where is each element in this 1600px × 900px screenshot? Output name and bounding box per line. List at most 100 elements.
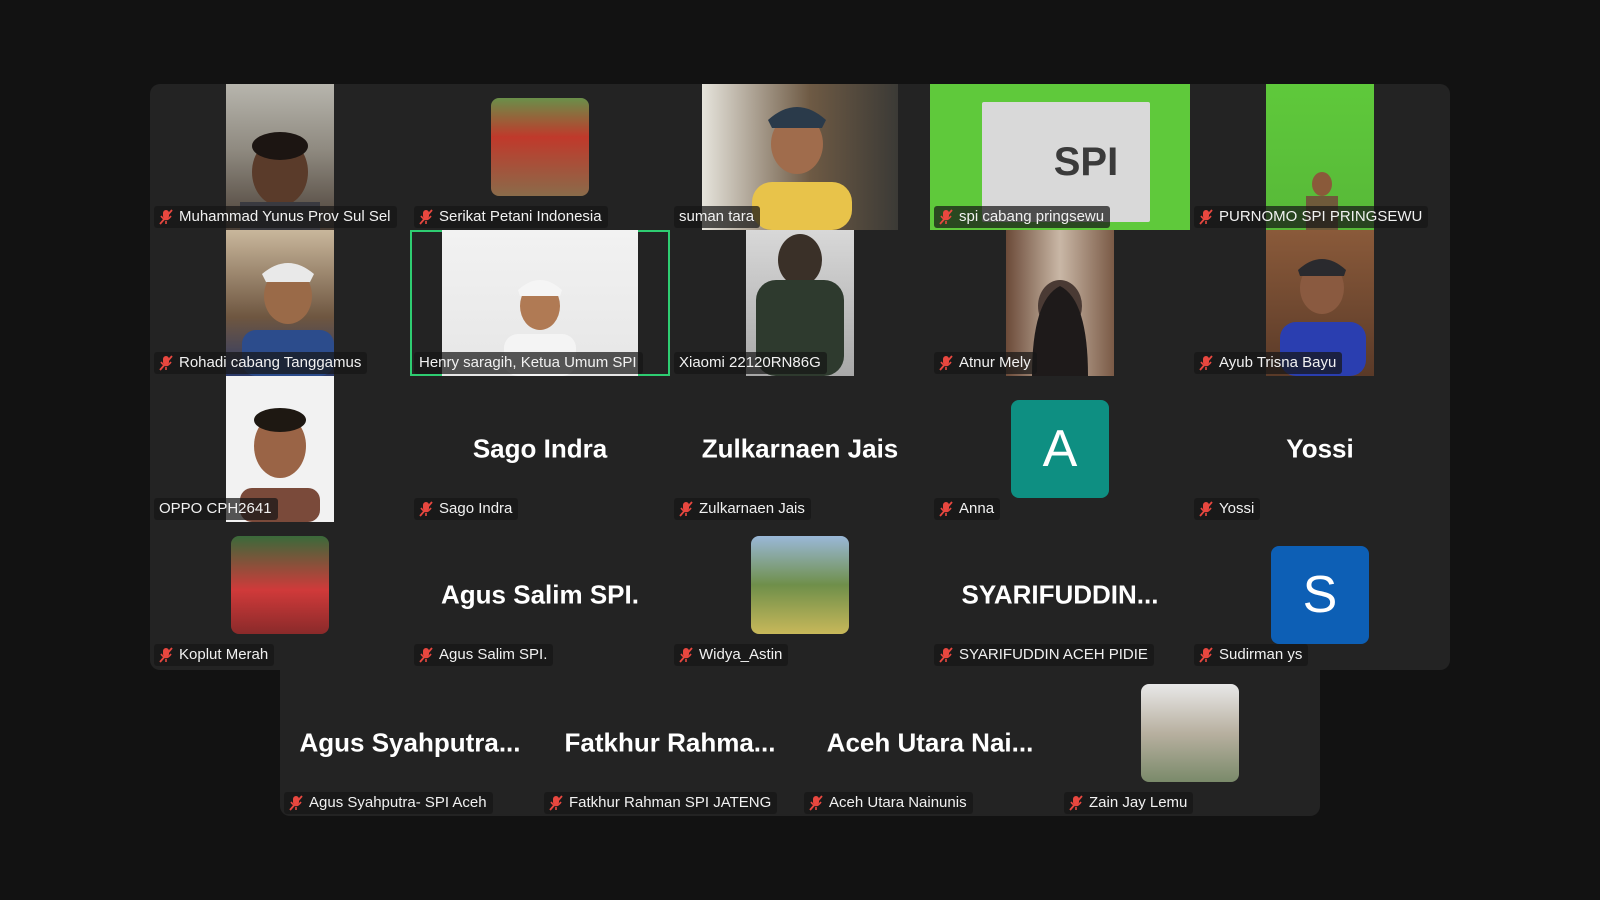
participant-display-name: Agus Salim SPI. bbox=[441, 579, 639, 610]
participant-name-label: Ayub Trisna Bayu bbox=[1194, 352, 1343, 374]
participant-photo bbox=[491, 98, 589, 196]
participant-tile[interactable]: suman tara bbox=[670, 84, 930, 230]
banner-text: SPI bbox=[1053, 139, 1119, 184]
participant-avatar: S bbox=[1271, 546, 1369, 644]
participant-display-name: Aceh Utara Nai... bbox=[826, 727, 1034, 758]
participant-name-label: Aceh Utara Nainunis bbox=[804, 792, 973, 814]
participant-name: Yossi bbox=[1219, 500, 1255, 517]
participant-name: Serikat Petani Indonesia bbox=[439, 208, 602, 225]
participant-name: Henry saragih, Ketua Umum SPI bbox=[419, 354, 637, 371]
participant-tile[interactable]: Yossi Yossi bbox=[1190, 376, 1450, 522]
gallery-view: Muhammad Yunus Prov Sul Sel Serikat Peta… bbox=[150, 84, 1450, 670]
participant-name-label: OPPO CPH2641 bbox=[154, 498, 278, 520]
muted-mic-icon bbox=[419, 646, 433, 663]
participant-tile[interactable]: Agus Salim SPI. Agus Salim SPI. bbox=[410, 522, 670, 668]
participant-name-label: Sudirman ys bbox=[1194, 644, 1309, 666]
muted-mic-icon bbox=[939, 646, 953, 663]
muted-mic-icon bbox=[679, 500, 693, 517]
participant-name-label: PURNOMO SPI PRINGSEWU bbox=[1194, 206, 1429, 228]
muted-mic-icon bbox=[1199, 354, 1213, 371]
participant-tile[interactable]: SPI spi cabang pringsewu bbox=[930, 84, 1190, 230]
muted-mic-icon bbox=[1199, 500, 1213, 517]
muted-mic-icon bbox=[289, 794, 303, 811]
participant-name-label: suman tara bbox=[674, 206, 761, 228]
participant-name-label: Zulkarnaen Jais bbox=[674, 498, 811, 520]
participant-name: Fatkhur Rahman SPI JATENG bbox=[569, 794, 772, 811]
muted-mic-icon bbox=[549, 794, 563, 811]
muted-mic-icon bbox=[679, 646, 693, 663]
participant-name-label: Fatkhur Rahman SPI JATENG bbox=[544, 792, 778, 814]
participant-name-label: Serikat Petani Indonesia bbox=[414, 206, 608, 228]
muted-mic-icon bbox=[159, 646, 173, 663]
participant-tile[interactable]: Zain Jay Lemu bbox=[1060, 670, 1320, 816]
participant-name-label: Zain Jay Lemu bbox=[1064, 792, 1194, 814]
participant-tile[interactable]: A Anna bbox=[930, 376, 1190, 522]
participant-name-label: Rohadi cabang Tanggamus bbox=[154, 352, 368, 374]
participant-tile[interactable]: Ayub Trisna Bayu bbox=[1190, 230, 1450, 376]
participant-tile[interactable]: Rohadi cabang Tanggamus bbox=[150, 230, 410, 376]
participant-tile[interactable]: Xiaomi 22120RN86G bbox=[670, 230, 930, 376]
participant-name: Agus Syahputra- SPI Aceh bbox=[309, 794, 487, 811]
participant-display-name: Sago Indra bbox=[472, 433, 608, 464]
participant-name-label: Muhammad Yunus Prov Sul Sel bbox=[154, 206, 397, 228]
participant-tile[interactable]: Agus Syahputra... Agus Syahputra- SPI Ac… bbox=[280, 670, 540, 816]
participant-name: Widya_Astin bbox=[699, 646, 783, 663]
spi-banner: SPI bbox=[982, 102, 1150, 222]
participant-name-label: Yossi bbox=[1194, 498, 1261, 520]
participant-avatar: A bbox=[1011, 400, 1109, 498]
participant-name-label: Widya_Astin bbox=[674, 644, 789, 666]
participant-tile[interactable]: Widya_Astin bbox=[670, 522, 930, 668]
participant-tile[interactable]: Atnur Mely bbox=[930, 230, 1190, 376]
muted-mic-icon bbox=[419, 500, 433, 517]
participant-name-label: Henry saragih, Ketua Umum SPI bbox=[414, 352, 643, 374]
participant-name: SYARIFUDDIN ACEH PIDIE bbox=[959, 646, 1148, 663]
participant-display-name: Fatkhur Rahma... bbox=[564, 727, 776, 758]
participant-name-label: SYARIFUDDIN ACEH PIDIE bbox=[934, 644, 1154, 666]
participant-name: suman tara bbox=[679, 208, 755, 225]
participant-name: PURNOMO SPI PRINGSEWU bbox=[1219, 208, 1423, 225]
active-speaker-tile[interactable]: Henry saragih, Ketua Umum SPI bbox=[410, 230, 670, 376]
participant-name-label: Koplut Merah bbox=[154, 644, 275, 666]
participant-name: Anna bbox=[959, 500, 995, 517]
muted-mic-icon bbox=[939, 500, 953, 517]
participant-photo bbox=[751, 536, 849, 634]
participant-display-name: SYARIFUDDIN... bbox=[961, 579, 1159, 610]
participant-name: Aceh Utara Nainunis bbox=[829, 794, 967, 811]
participant-name-label: Xiaomi 22120RN86G bbox=[674, 352, 827, 374]
participant-tile[interactable]: S Sudirman ys bbox=[1190, 522, 1450, 668]
participant-name: Agus Salim SPI. bbox=[439, 646, 548, 663]
participant-name-label: Atnur Mely bbox=[934, 352, 1037, 374]
participant-tile[interactable]: Fatkhur Rahma... Fatkhur Rahman SPI JATE… bbox=[540, 670, 800, 816]
gallery-last-row: Agus Syahputra... Agus Syahputra- SPI Ac… bbox=[280, 670, 1320, 816]
muted-mic-icon bbox=[419, 208, 433, 225]
muted-mic-icon bbox=[1199, 646, 1213, 663]
participant-tile[interactable]: Zulkarnaen Jais Zulkarnaen Jais bbox=[670, 376, 930, 522]
participant-name-label: Anna bbox=[934, 498, 1001, 520]
participant-name: OPPO CPH2641 bbox=[159, 500, 272, 517]
muted-mic-icon bbox=[939, 354, 953, 371]
participant-tile[interactable]: Aceh Utara Nai... Aceh Utara Nainunis bbox=[800, 670, 1060, 816]
participant-display-name: Zulkarnaen Jais bbox=[701, 433, 899, 464]
participant-display-name: Agus Syahputra... bbox=[299, 727, 521, 758]
participant-name: Sago Indra bbox=[439, 500, 513, 517]
muted-mic-icon bbox=[159, 354, 173, 371]
participant-name: Ayub Trisna Bayu bbox=[1219, 354, 1337, 371]
participant-tile[interactable]: SYARIFUDDIN... SYARIFUDDIN ACEH PIDIE bbox=[930, 522, 1190, 668]
participant-tile[interactable]: Muhammad Yunus Prov Sul Sel bbox=[150, 84, 410, 230]
participant-tile[interactable]: Sago Indra Sago Indra bbox=[410, 376, 670, 522]
muted-mic-icon bbox=[939, 208, 953, 225]
participant-name: spi cabang pringsewu bbox=[959, 208, 1105, 225]
participant-name: Zain Jay Lemu bbox=[1089, 794, 1188, 811]
participant-tile[interactable]: Koplut Merah bbox=[150, 522, 410, 668]
participant-tile[interactable]: OPPO CPH2641 bbox=[150, 376, 410, 522]
muted-mic-icon bbox=[159, 208, 173, 225]
participant-photo bbox=[231, 536, 329, 634]
participant-name: Muhammad Yunus Prov Sul Sel bbox=[179, 208, 391, 225]
participant-name-label: spi cabang pringsewu bbox=[934, 206, 1111, 228]
participant-name: Xiaomi 22120RN86G bbox=[679, 354, 821, 371]
participant-name-label: Agus Salim SPI. bbox=[414, 644, 554, 666]
muted-mic-icon bbox=[809, 794, 823, 811]
participant-name-label: Agus Syahputra- SPI Aceh bbox=[284, 792, 493, 814]
participant-tile[interactable]: PURNOMO SPI PRINGSEWU bbox=[1190, 84, 1450, 230]
participant-tile[interactable]: Serikat Petani Indonesia bbox=[410, 84, 670, 230]
